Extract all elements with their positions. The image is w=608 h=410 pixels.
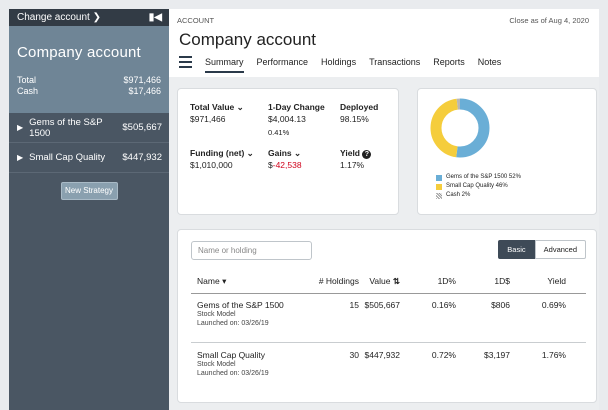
sidebar-strategy-gems[interactable]: ▶ Gems of the S&P 1500 $505,667 [9,113,169,143]
tab-summary[interactable]: Summary [205,57,244,73]
collapse-left-icon[interactable]: ▮◀ [149,12,162,23]
col-yield-header[interactable]: Yield [528,276,566,286]
account-title: Company account [17,44,141,61]
gains-stat: Gains ⌄ $-42,538 [268,147,302,170]
legend-item: Cash 2% [436,191,521,200]
row-divider [191,342,586,343]
total-value-stat: Total Value ⌄ $971,466 [190,101,244,124]
tab-bar: Summary Performance Holdings Transaction… [205,57,514,73]
yield-stat: Yield ? 1.17% [340,147,372,171]
col-1dusd-header[interactable]: 1D$ [468,276,510,286]
new-strategy-button[interactable]: New Strategy [60,182,118,200]
legend-item: Small Cap Quality 46% [436,182,521,191]
main-panel: ACCOUNT Close as of Aug 4, 2020 Company … [169,9,599,410]
view-toggle: Basic Advanced [498,240,586,259]
funding-stat: Funding (net) ⌄ $1,010,000 [190,147,254,170]
sort-down-icon: ▾ [222,276,227,286]
total-value-label[interactable]: Total Value ⌄ [190,101,244,113]
day-change-stat: 1-Day Change $4,004.13 0.41% [268,102,325,137]
breadcrumb: ACCOUNT [177,16,215,25]
tab-transactions[interactable]: Transactions [369,57,420,73]
basic-toggle-button[interactable]: Basic [498,240,535,259]
funding-label[interactable]: Funding (net) ⌄ [190,147,254,159]
chevron-down-icon: ❯ [92,12,102,23]
strategy-name[interactable]: Gems of the S&P 1500 [197,300,284,310]
search-input[interactable] [191,241,312,260]
chevron-down-icon: ⌄ [246,148,254,158]
strategies-table-card: Basic Advanced Name ▾ # Holdings Value ⇅… [177,229,597,403]
allocation-legend: Gems of the S&P 1500 52% Small Cap Quali… [436,173,521,200]
stats-card: Total Value ⌄ $971,466 1-Day Change $4,0… [177,88,399,215]
legend-item: Gems of the S&P 1500 52% [436,173,521,182]
advanced-toggle-button[interactable]: Advanced [534,240,586,259]
help-icon[interactable]: ? [362,150,372,159]
sidebar-strategy-smallcap[interactable]: ▶ Small Cap Quality $447,932 [9,143,169,173]
tab-performance[interactable]: Performance [257,57,309,73]
account-switcher[interactable]: Change account ❯ ▮◀ [9,9,169,26]
gains-label[interactable]: Gains ⌄ [268,147,302,159]
header-divider [191,293,586,294]
strategy-name[interactable]: Small Cap Quality [197,350,269,360]
chevron-down-icon: ⌄ [294,148,302,158]
cash-row: Cash $17,466 [17,86,161,96]
col-holdings-header[interactable]: # Holdings [299,276,359,286]
col-name-header[interactable]: Name ▾ [197,276,226,287]
col-1dpct-header[interactable]: 1D% [418,276,456,286]
tab-holdings[interactable]: Holdings [321,57,356,73]
col-value-header[interactable]: Value ⇅ [358,276,400,287]
sort-icon: ⇅ [392,276,400,286]
caret-right-icon: ▶ [17,123,24,132]
account-summary: Company account Total $971,466 Cash $17,… [9,26,169,113]
tab-reports[interactable]: Reports [433,57,465,73]
total-row: Total $971,466 [17,75,161,85]
page-title: Company account [179,30,317,49]
app-frame: Change account ❯ ▮◀ Company account Tota… [0,0,608,410]
chevron-down-icon: ⌄ [236,102,244,112]
sidebar: Change account ❯ ▮◀ Company account Tota… [9,9,169,410]
menu-icon[interactable] [179,56,192,68]
tab-notes[interactable]: Notes [478,57,502,73]
deployed-stat: Deployed 98.15% [340,102,379,124]
close-as-of: Close as of Aug 4, 2020 [509,16,589,25]
change-account-label[interactable]: Change account ❯ [17,12,101,23]
caret-right-icon: ▶ [17,153,24,162]
allocation-card: Gems of the S&P 1500 52% Small Cap Quali… [417,88,597,215]
